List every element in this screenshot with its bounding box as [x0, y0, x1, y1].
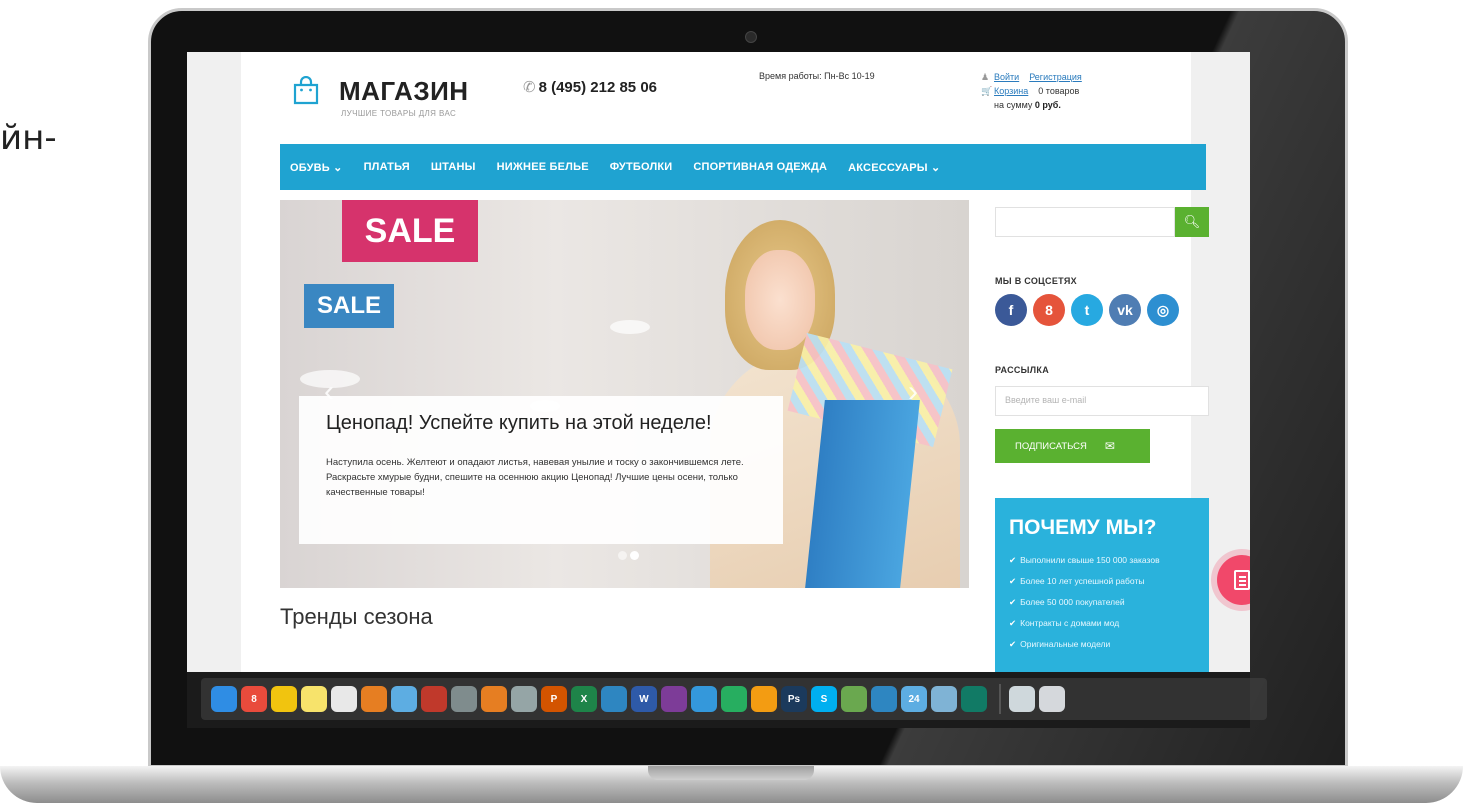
- twitter-icon[interactable]: t: [1071, 294, 1103, 326]
- main-nav: ОБУВЬ ⌄ ПЛАТЬЯ ШТАНЫ НИЖНЕЕ БЕЛЬЕ ФУТБОЛ…: [280, 144, 1206, 190]
- email-field[interactable]: Введите ваш e-mail: [995, 386, 1209, 416]
- nav-item-pants[interactable]: ШТАНЫ: [431, 161, 476, 173]
- safari-icon[interactable]: [691, 686, 717, 712]
- page-edge-text: йн-: [0, 118, 57, 158]
- social-heading: МЫ В СОЦСЕТЯХ: [995, 276, 1077, 286]
- laptop-notch: [648, 766, 814, 780]
- laptop-screen: МАГАЗИН ЛУЧШИЕ ТОВАРЫ ДЛЯ ВАС ✆ 8 (495) 2…: [187, 52, 1250, 672]
- slide-caption: Ценопад! Успейте купить на этой неделе! …: [299, 396, 783, 544]
- macos-dock: 8 P X W Ps S 24: [201, 678, 1267, 720]
- slider-dots: [618, 547, 642, 565]
- viber-icon[interactable]: [661, 686, 687, 712]
- slider-dot[interactable]: [618, 551, 627, 560]
- cart-sum-label: на сумму: [994, 100, 1033, 110]
- account-block: ♟ Войти Регистрация 🛒 Корзина 0 товаров на с…: [981, 70, 1092, 112]
- list-item: Выполнили свыше 150 000 заказов: [1009, 550, 1159, 571]
- powerpoint-icon[interactable]: P: [541, 686, 567, 712]
- logo-tagline: ЛУЧШИЕ ТОВАРЫ ДЛЯ ВАС: [341, 109, 457, 118]
- photoshop-icon[interactable]: Ps: [781, 686, 807, 712]
- launchpad-icon[interactable]: [511, 686, 537, 712]
- shopping-bag-blue: [805, 400, 920, 588]
- cart-count: 0 товаров: [1038, 86, 1080, 96]
- activity-monitor-icon[interactable]: 24: [901, 686, 927, 712]
- slider-next-arrow[interactable]: ›: [908, 375, 918, 409]
- logo-name[interactable]: МАГАЗИН: [339, 76, 469, 107]
- why-us-list: Выполнили свыше 150 000 заказов Более 10…: [1009, 550, 1160, 655]
- search-icon: 🔍︎: [1183, 214, 1201, 229]
- edge-icon[interactable]: [961, 686, 987, 712]
- system-preferences-icon[interactable]: [451, 686, 477, 712]
- nav-item-tshirts[interactable]: ФУТБОЛКИ: [610, 161, 673, 173]
- chrome-icon[interactable]: [721, 686, 747, 712]
- ibooks-icon[interactable]: [481, 686, 507, 712]
- vk-icon[interactable]: vk: [1109, 294, 1141, 326]
- google-plus-icon[interactable]: 8: [1033, 294, 1065, 326]
- skype-icon[interactable]: S: [811, 686, 837, 712]
- why-us-title: ПОЧЕМУ МЫ?: [1009, 516, 1157, 539]
- sale-sign-small: SALE: [304, 284, 394, 328]
- phone-number[interactable]: ✆ 8 (495) 212 85 06: [523, 78, 657, 96]
- nav-item-underwear[interactable]: НИЖНЕЕ БЕЛЬЕ: [497, 161, 589, 173]
- stickies-icon[interactable]: [301, 686, 327, 712]
- webcam: [745, 31, 757, 43]
- calendar-icon[interactable]: 8: [241, 686, 267, 712]
- nav-item-accessories[interactable]: АКСЕССУАРЫ ⌄: [848, 161, 940, 174]
- dock-separator: [999, 684, 1001, 714]
- quicktime-icon[interactable]: [871, 686, 897, 712]
- word-icon[interactable]: W: [631, 686, 657, 712]
- cart-link[interactable]: Корзина: [994, 86, 1028, 96]
- nav-item-shoes[interactable]: ОБУВЬ ⌄: [290, 161, 343, 174]
- excel-icon[interactable]: X: [571, 686, 597, 712]
- nav-item-sportswear[interactable]: СПОРТИВНАЯ ОДЕЖДА: [693, 161, 827, 173]
- photos-icon[interactable]: [361, 686, 387, 712]
- background-light: [610, 320, 650, 334]
- preview-icon[interactable]: [391, 686, 417, 712]
- reminders-icon[interactable]: [331, 686, 357, 712]
- slide-text: Наступила осень. Желтеют и опадают листь…: [326, 457, 744, 498]
- macos-dock-area: 8 P X W Ps S 24: [187, 672, 1267, 728]
- working-hours: Время работы: Пн-Вс 10-19: [759, 71, 875, 81]
- shopping-bag-icon: [293, 76, 319, 105]
- phone-text: 8 (495) 212 85 06: [538, 79, 658, 96]
- phone-icon: ✆: [523, 79, 536, 96]
- envelope-icon: ✉: [1104, 439, 1115, 453]
- itunes-icon[interactable]: [421, 686, 447, 712]
- downloads-stack-icon[interactable]: [1009, 686, 1035, 712]
- document-icon: [1234, 570, 1250, 590]
- facebook-icon[interactable]: f: [995, 294, 1027, 326]
- sale-sign-large: SALE: [342, 200, 478, 262]
- login-link[interactable]: Войти: [994, 72, 1019, 82]
- nav-item-dresses[interactable]: ПЛАТЬЯ: [364, 161, 410, 173]
- section-title: Тренды сезона: [280, 604, 433, 629]
- user-icon: ♟: [981, 72, 990, 82]
- list-item: Более 50 000 покупателей: [1009, 592, 1160, 613]
- subscribe-button[interactable]: ПОДПИСАТЬСЯ ✉: [995, 429, 1150, 463]
- finder-icon[interactable]: [211, 686, 237, 712]
- slider-dot-active[interactable]: [630, 551, 639, 560]
- slide-title: Ценопад! Успейте купить на этой неделе!: [326, 412, 712, 434]
- search-input[interactable]: [995, 207, 1175, 237]
- newsletter-heading: РАССЫЛКА: [995, 365, 1050, 375]
- utorrent-icon[interactable]: [841, 686, 867, 712]
- why-us-block: ПОЧЕМУ МЫ? Выполнили свыше 150 000 заказ…: [995, 498, 1209, 672]
- sketch-icon[interactable]: [751, 686, 777, 712]
- list-item: Более 10 лет успешной работы: [1009, 571, 1160, 592]
- search-button[interactable]: 🔍︎: [1175, 207, 1209, 237]
- list-item: Оригинальные модели: [1009, 634, 1160, 655]
- instagram-icon[interactable]: ◎: [1147, 294, 1179, 326]
- hero-slider[interactable]: SALE SALE ‹ › Ценопад! Успейте купить на…: [280, 200, 969, 588]
- cart-sum: 0 руб.: [1034, 100, 1061, 110]
- list-item: Контракты с домами мод: [1009, 613, 1160, 634]
- social-links: f 8 t vk ◎: [995, 294, 1185, 326]
- subscribe-label: ПОДПИСАТЬСЯ: [1015, 440, 1087, 452]
- register-link[interactable]: Регистрация: [1029, 72, 1082, 82]
- cart-icon: 🛒: [981, 86, 993, 96]
- floating-action-button[interactable]: [1217, 555, 1250, 605]
- trash-icon[interactable]: [1039, 686, 1065, 712]
- telegram-icon[interactable]: [601, 686, 627, 712]
- website: МАГАЗИН ЛУЧШИЕ ТОВАРЫ ДЛЯ ВАС ✆ 8 (495) 2…: [241, 52, 1209, 672]
- image-capture-icon[interactable]: [931, 686, 957, 712]
- notes-icon[interactable]: [271, 686, 297, 712]
- model-face: [745, 250, 815, 350]
